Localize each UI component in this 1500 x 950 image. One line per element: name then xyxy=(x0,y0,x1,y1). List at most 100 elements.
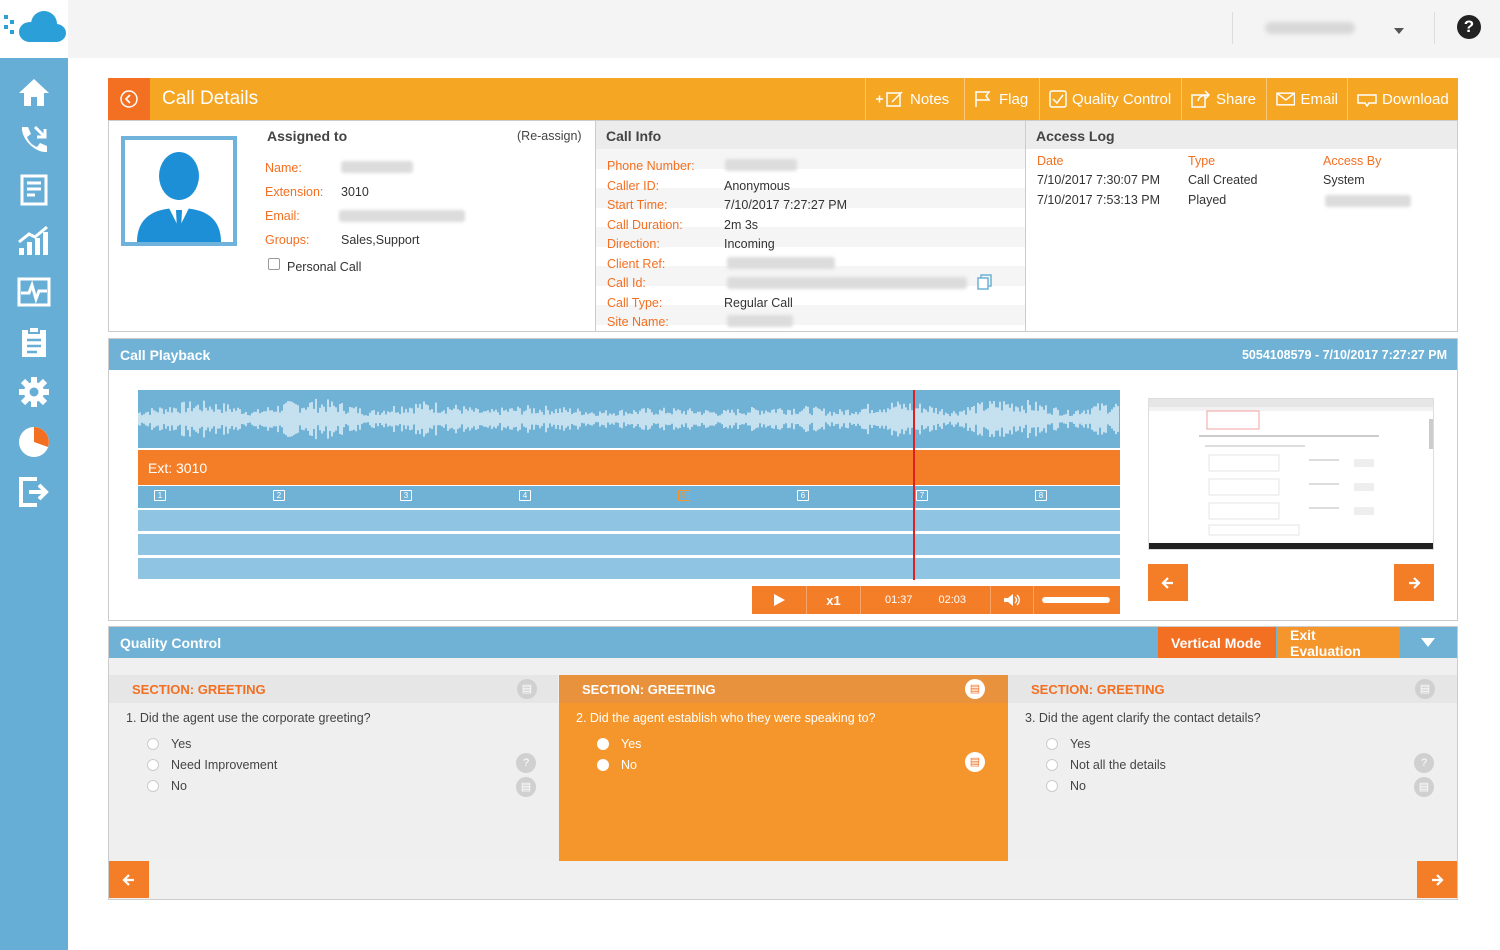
envelope-icon xyxy=(1276,92,1296,106)
speed-button[interactable]: x1 xyxy=(807,586,861,614)
download-icon xyxy=(1357,94,1377,108)
extension-track[interactable]: Ext: 3010 xyxy=(138,450,1120,485)
playhead[interactable] xyxy=(912,390,915,580)
marker-3[interactable]: 3 xyxy=(400,490,412,501)
email-label: Email: xyxy=(265,209,300,223)
volume-slider[interactable] xyxy=(1034,586,1120,614)
answer-option[interactable]: Yes xyxy=(1046,737,1090,751)
email-button[interactable]: Email xyxy=(1266,78,1347,120)
screenshot-next-button[interactable] xyxy=(1394,564,1434,601)
answer-option[interactable]: Not all the details xyxy=(1046,758,1166,772)
vertical-mode-button[interactable]: Vertical Mode xyxy=(1158,627,1276,658)
download-button[interactable]: Download xyxy=(1347,78,1458,120)
analytics-icon[interactable] xyxy=(14,222,54,258)
answer-option[interactable]: Need Improvement xyxy=(147,758,277,772)
user-avatar-icon xyxy=(125,140,233,242)
marker-7[interactable]: 7 xyxy=(916,490,928,501)
notes-icon[interactable]: ▤ xyxy=(1414,777,1434,797)
current-time: 01:37 xyxy=(884,594,913,606)
access-log-type: Call Created xyxy=(1188,173,1258,187)
radio-button[interactable] xyxy=(1046,759,1058,771)
sidebar xyxy=(0,58,68,950)
call-id-label: Call Id: xyxy=(607,276,646,290)
help-question-icon[interactable]: ? xyxy=(516,753,536,773)
notes-icon[interactable]: ▤ xyxy=(1415,679,1435,699)
radio-button[interactable] xyxy=(147,759,159,771)
screen-recording-thumbnail[interactable] xyxy=(1148,398,1434,550)
question-text: 2. Did the agent establish who they were… xyxy=(576,711,876,725)
empty-track xyxy=(138,510,1120,531)
toolbar: Notes Flag Quality Control Share Email D… xyxy=(865,78,1458,120)
notes-icon[interactable]: ▤ xyxy=(517,679,537,699)
play-icon xyxy=(774,594,785,606)
notes-icon[interactable]: ▤ xyxy=(516,777,536,797)
notes-icon[interactable]: ▤ xyxy=(965,752,985,772)
marker-2[interactable]: 2 xyxy=(273,490,285,501)
radio-button[interactable] xyxy=(147,738,159,750)
volume-button[interactable] xyxy=(991,586,1034,614)
logout-icon[interactable] xyxy=(14,474,54,510)
access-log-date: 7/10/2017 7:53:13 PM xyxy=(1037,193,1161,207)
help-question-icon[interactable]: ? xyxy=(1414,753,1434,773)
quality-control-header: Quality Control Vertical Mode Exit Evalu… xyxy=(109,627,1457,659)
waveform[interactable] xyxy=(137,390,1120,448)
help-icon[interactable]: ? xyxy=(1457,15,1481,39)
answer-option[interactable]: Yes xyxy=(597,737,641,751)
marker-8[interactable]: 8 xyxy=(1035,490,1047,501)
radio-button[interactable] xyxy=(597,759,609,771)
previous-question-button[interactable] xyxy=(109,861,149,898)
answer-option[interactable]: No xyxy=(597,758,637,772)
phone-calls-icon[interactable] xyxy=(14,122,54,158)
avatar xyxy=(121,136,237,246)
radio-button[interactable] xyxy=(147,780,159,792)
share-icon xyxy=(1191,90,1211,108)
column-divider xyxy=(1025,121,1026,331)
play-button[interactable] xyxy=(752,586,807,614)
quality-control-button[interactable]: Quality Control xyxy=(1039,78,1181,120)
access-log-date-header: Date xyxy=(1037,154,1064,168)
radio-button[interactable] xyxy=(1046,738,1058,750)
logo[interactable] xyxy=(0,0,68,58)
pie-chart-icon[interactable] xyxy=(14,424,54,460)
marker-6[interactable]: 6 xyxy=(797,490,809,501)
personal-call-checkbox[interactable] xyxy=(268,258,280,270)
marker-1[interactable]: 1 xyxy=(154,490,166,501)
chevron-down-icon[interactable] xyxy=(1394,28,1404,34)
start-time-label: Start Time: xyxy=(607,198,668,212)
screenshot-previous-button[interactable] xyxy=(1148,564,1188,601)
back-button[interactable] xyxy=(108,78,150,120)
answer-option[interactable]: No xyxy=(147,779,187,793)
quality-control-panel: Quality Control Vertical Mode Exit Evalu… xyxy=(108,626,1458,900)
section-title: SECTION: GREETING xyxy=(582,682,716,697)
marker-4[interactable]: 4 xyxy=(519,490,531,501)
exit-evaluation-button[interactable]: Exit Evaluation xyxy=(1277,627,1400,659)
notes-button[interactable]: Notes xyxy=(865,78,964,120)
answer-option[interactable]: No xyxy=(1046,779,1086,793)
arrow-right-icon xyxy=(1409,576,1421,589)
settings-gear-icon[interactable] xyxy=(14,374,54,410)
call-duration-value: 2m 3s xyxy=(724,218,759,232)
notes-icon[interactable]: ▤ xyxy=(965,679,985,699)
next-question-button[interactable] xyxy=(1417,861,1457,898)
marker-5[interactable]: 5 xyxy=(678,490,690,501)
reassign-link[interactable]: (Re-assign) xyxy=(517,129,582,143)
divider xyxy=(1434,12,1435,44)
clipboard-icon[interactable] xyxy=(14,324,54,360)
answer-option[interactable]: Yes xyxy=(147,737,191,751)
direction-label: Direction: xyxy=(607,237,660,251)
copy-icon[interactable] xyxy=(977,274,993,293)
radio-button[interactable] xyxy=(597,738,609,750)
reports-icon[interactable] xyxy=(14,172,54,208)
share-button[interactable]: Share xyxy=(1181,78,1266,120)
groups-label: Groups: xyxy=(265,233,310,247)
flag-button[interactable]: Flag xyxy=(964,78,1039,120)
arrow-left-icon xyxy=(1161,576,1173,589)
collapse-caret-icon[interactable] xyxy=(1421,638,1435,647)
volume-level xyxy=(1042,597,1110,603)
activity-monitor-icon[interactable] xyxy=(14,274,54,310)
call-duration-label: Call Duration: xyxy=(607,218,683,232)
home-icon[interactable] xyxy=(14,74,54,110)
radio-button[interactable] xyxy=(1046,780,1058,792)
top-bar: ? xyxy=(0,0,1500,58)
user-menu[interactable] xyxy=(1232,12,1422,44)
